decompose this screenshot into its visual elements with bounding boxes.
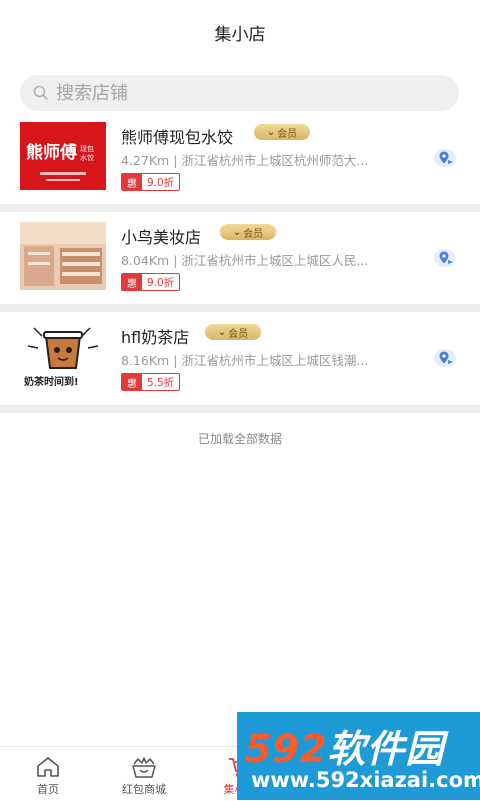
- divider: [0, 204, 480, 212]
- store-item[interactable]: 奶茶时间到! hfl奶茶店 ⌄ 会员 8.16Km | 浙江省杭州市上城区上城区…: [0, 322, 480, 414]
- store-address: 浙江省杭州市上城区杭州师范大...: [181, 153, 369, 168]
- thumb-brand-text: 熊师傅: [26, 142, 77, 163]
- discount-tag: 惠: [122, 174, 142, 190]
- watermark-brand-text: 软件园: [327, 727, 445, 771]
- watermark-brand: 592软件园: [245, 718, 444, 773]
- store-distance-address: 8.16Km | 浙江省杭州市上城区上城区钱潮...: [121, 353, 369, 368]
- search-input[interactable]: [56, 82, 436, 104]
- discount-rate: 9.0折: [147, 276, 175, 289]
- thumb-slogan: 奶茶时间到!: [24, 375, 79, 388]
- navigate-icon[interactable]: [433, 148, 457, 168]
- store-name: 小鸟美妆店: [121, 228, 202, 247]
- store-thumbnail: 奶茶时间到!: [20, 322, 106, 390]
- store-thumbnail: 熊师傅 现包 水饺: [20, 122, 106, 190]
- discount-badge: 惠 9.0折: [121, 273, 181, 291]
- store-name: 熊师傅现包水饺: [121, 128, 234, 147]
- store-distance: 8.16Km: [121, 353, 170, 368]
- vip-icon: ⌄: [266, 126, 276, 138]
- tab-label: 首页: [37, 783, 59, 796]
- member-badge: ⌄ 会员: [220, 224, 276, 240]
- watermark-url: www.592xiazai.com: [251, 768, 480, 792]
- discount-rate: 5.5折: [147, 376, 175, 389]
- store-item[interactable]: 熊师傅 现包 水饺 熊师傅现包水饺 ⌄ 会员 4.27Km | 浙江省杭州市上城…: [0, 122, 480, 214]
- svg-text:现包: 现包: [80, 144, 94, 153]
- discount-badge: 惠 9.0折: [121, 173, 181, 191]
- navigate-icon[interactable]: [433, 348, 457, 368]
- svg-text:水饺: 水饺: [80, 153, 94, 162]
- crown-basket-icon: [132, 757, 156, 778]
- member-label: 会员: [228, 328, 249, 340]
- list-end-text: 已加载全部数据: [197, 432, 282, 446]
- page-title: 集小店: [214, 24, 266, 45]
- tab-redpacket-mall[interactable]: 红包商城: [96, 747, 192, 801]
- store-address: 浙江省杭州市上城区上城区人民...: [181, 253, 369, 268]
- divider: [0, 405, 480, 413]
- store-address: 浙江省杭州市上城区上城区钱潮...: [181, 353, 369, 368]
- store-name: hfl奶茶店: [121, 328, 190, 347]
- search-icon: [33, 85, 48, 100]
- tab-label: 红包商城: [122, 783, 166, 796]
- store-item[interactable]: 小鸟美妆店 ⌄ 会员 8.04Km | 浙江省杭州市上城区上城区人民... 惠 …: [0, 222, 480, 314]
- navigate-icon[interactable]: [433, 248, 457, 268]
- home-icon: [37, 757, 59, 777]
- member-badge: ⌄ 会员: [254, 124, 310, 140]
- tab-home[interactable]: 首页: [0, 747, 96, 801]
- divider: [0, 304, 480, 312]
- store-thumbnail: [20, 222, 106, 290]
- discount-tag: 惠: [122, 374, 142, 390]
- watermark-brand-number: 592: [245, 727, 328, 771]
- watermark-logo: 592软件园 www.592xiazai.com: [237, 712, 480, 800]
- member-badge: ⌄ 会员: [205, 324, 261, 340]
- vip-icon: ⌄: [232, 226, 242, 238]
- discount-rate: 9.0折: [147, 176, 175, 189]
- store-distance-address: 8.04Km | 浙江省杭州市上城区上城区人民...: [121, 253, 369, 268]
- search-bar[interactable]: [20, 75, 459, 111]
- store-distance: 8.04Km: [121, 253, 170, 268]
- store-distance-address: 4.27Km | 浙江省杭州市上城区杭州师范大...: [121, 153, 369, 168]
- discount-tag: 惠: [122, 274, 142, 290]
- member-label: 会员: [243, 228, 264, 240]
- store-distance: 4.27Km: [121, 153, 170, 168]
- discount-badge: 惠 5.5折: [121, 373, 181, 391]
- member-label: 会员: [277, 128, 298, 140]
- vip-icon: ⌄: [217, 326, 227, 338]
